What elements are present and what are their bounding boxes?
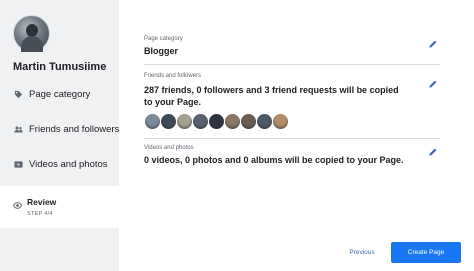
friend-avatars: [144, 113, 289, 130]
pencil-icon: [428, 36, 437, 54]
friends-value: 287 friends, 0 followers and 3 friend re…: [144, 85, 399, 107]
media-value: 0 videos, 0 photos and 0 albums will be …: [144, 155, 404, 165]
sidebar: Martin Tumusiime Page category Friends a…: [0, 0, 119, 271]
friend-avatar: [192, 113, 209, 130]
divider: [144, 138, 440, 139]
review-step: STEP 4/4: [27, 211, 53, 217]
avatar: [13, 15, 50, 52]
people-icon: [14, 125, 23, 134]
media-section: Videos and photos 0 videos, 0 photos and…: [144, 145, 440, 166]
friend-avatar: [224, 113, 241, 130]
tag-icon: [14, 90, 23, 99]
pencil-icon: [428, 144, 437, 162]
previous-button[interactable]: Previous: [341, 243, 383, 261]
friend-avatar: [272, 113, 289, 130]
friends-section: Friends and followers 287 friends, 0 fol…: [144, 73, 440, 108]
friend-avatar: [256, 113, 273, 130]
sidebar-item-friends-and-followers[interactable]: Friends and followers: [0, 118, 119, 140]
review-label: Review: [27, 197, 57, 207]
page-category-section: Page category Blogger: [144, 36, 440, 57]
media-label: Videos and photos: [144, 145, 194, 151]
friend-avatar: [240, 113, 257, 130]
video-icon: [14, 160, 23, 169]
divider: [144, 64, 440, 65]
sidebar-item-label: Page category: [29, 88, 91, 100]
avatar-body: [21, 36, 43, 52]
sidebar-item-page-category[interactable]: Page category: [0, 83, 119, 105]
friends-label: Friends and followers: [144, 73, 202, 79]
page-category-label: Page category: [144, 36, 183, 42]
friend-avatar: [176, 113, 193, 130]
friend-avatar: [208, 113, 225, 130]
user-name: Martin Tumusiime: [13, 61, 107, 73]
friend-avatar: [144, 113, 161, 130]
edit-media-button[interactable]: [426, 147, 438, 159]
sidebar-item-videos-and-photos[interactable]: Videos and photos: [0, 153, 119, 175]
eye-icon: [12, 197, 23, 209]
sidebar-item-review[interactable]: Review STEP 4/4: [0, 186, 119, 228]
page-category-value: Blogger: [144, 46, 179, 56]
edit-friends-button[interactable]: [426, 79, 438, 91]
friend-avatar: [160, 113, 177, 130]
edit-category-button[interactable]: [426, 39, 438, 51]
pencil-icon: [428, 76, 437, 94]
sidebar-item-label: Videos and photos: [29, 158, 108, 170]
create-page-button[interactable]: Create Page: [391, 242, 461, 263]
sidebar-item-label: Friends and followers: [29, 123, 120, 135]
